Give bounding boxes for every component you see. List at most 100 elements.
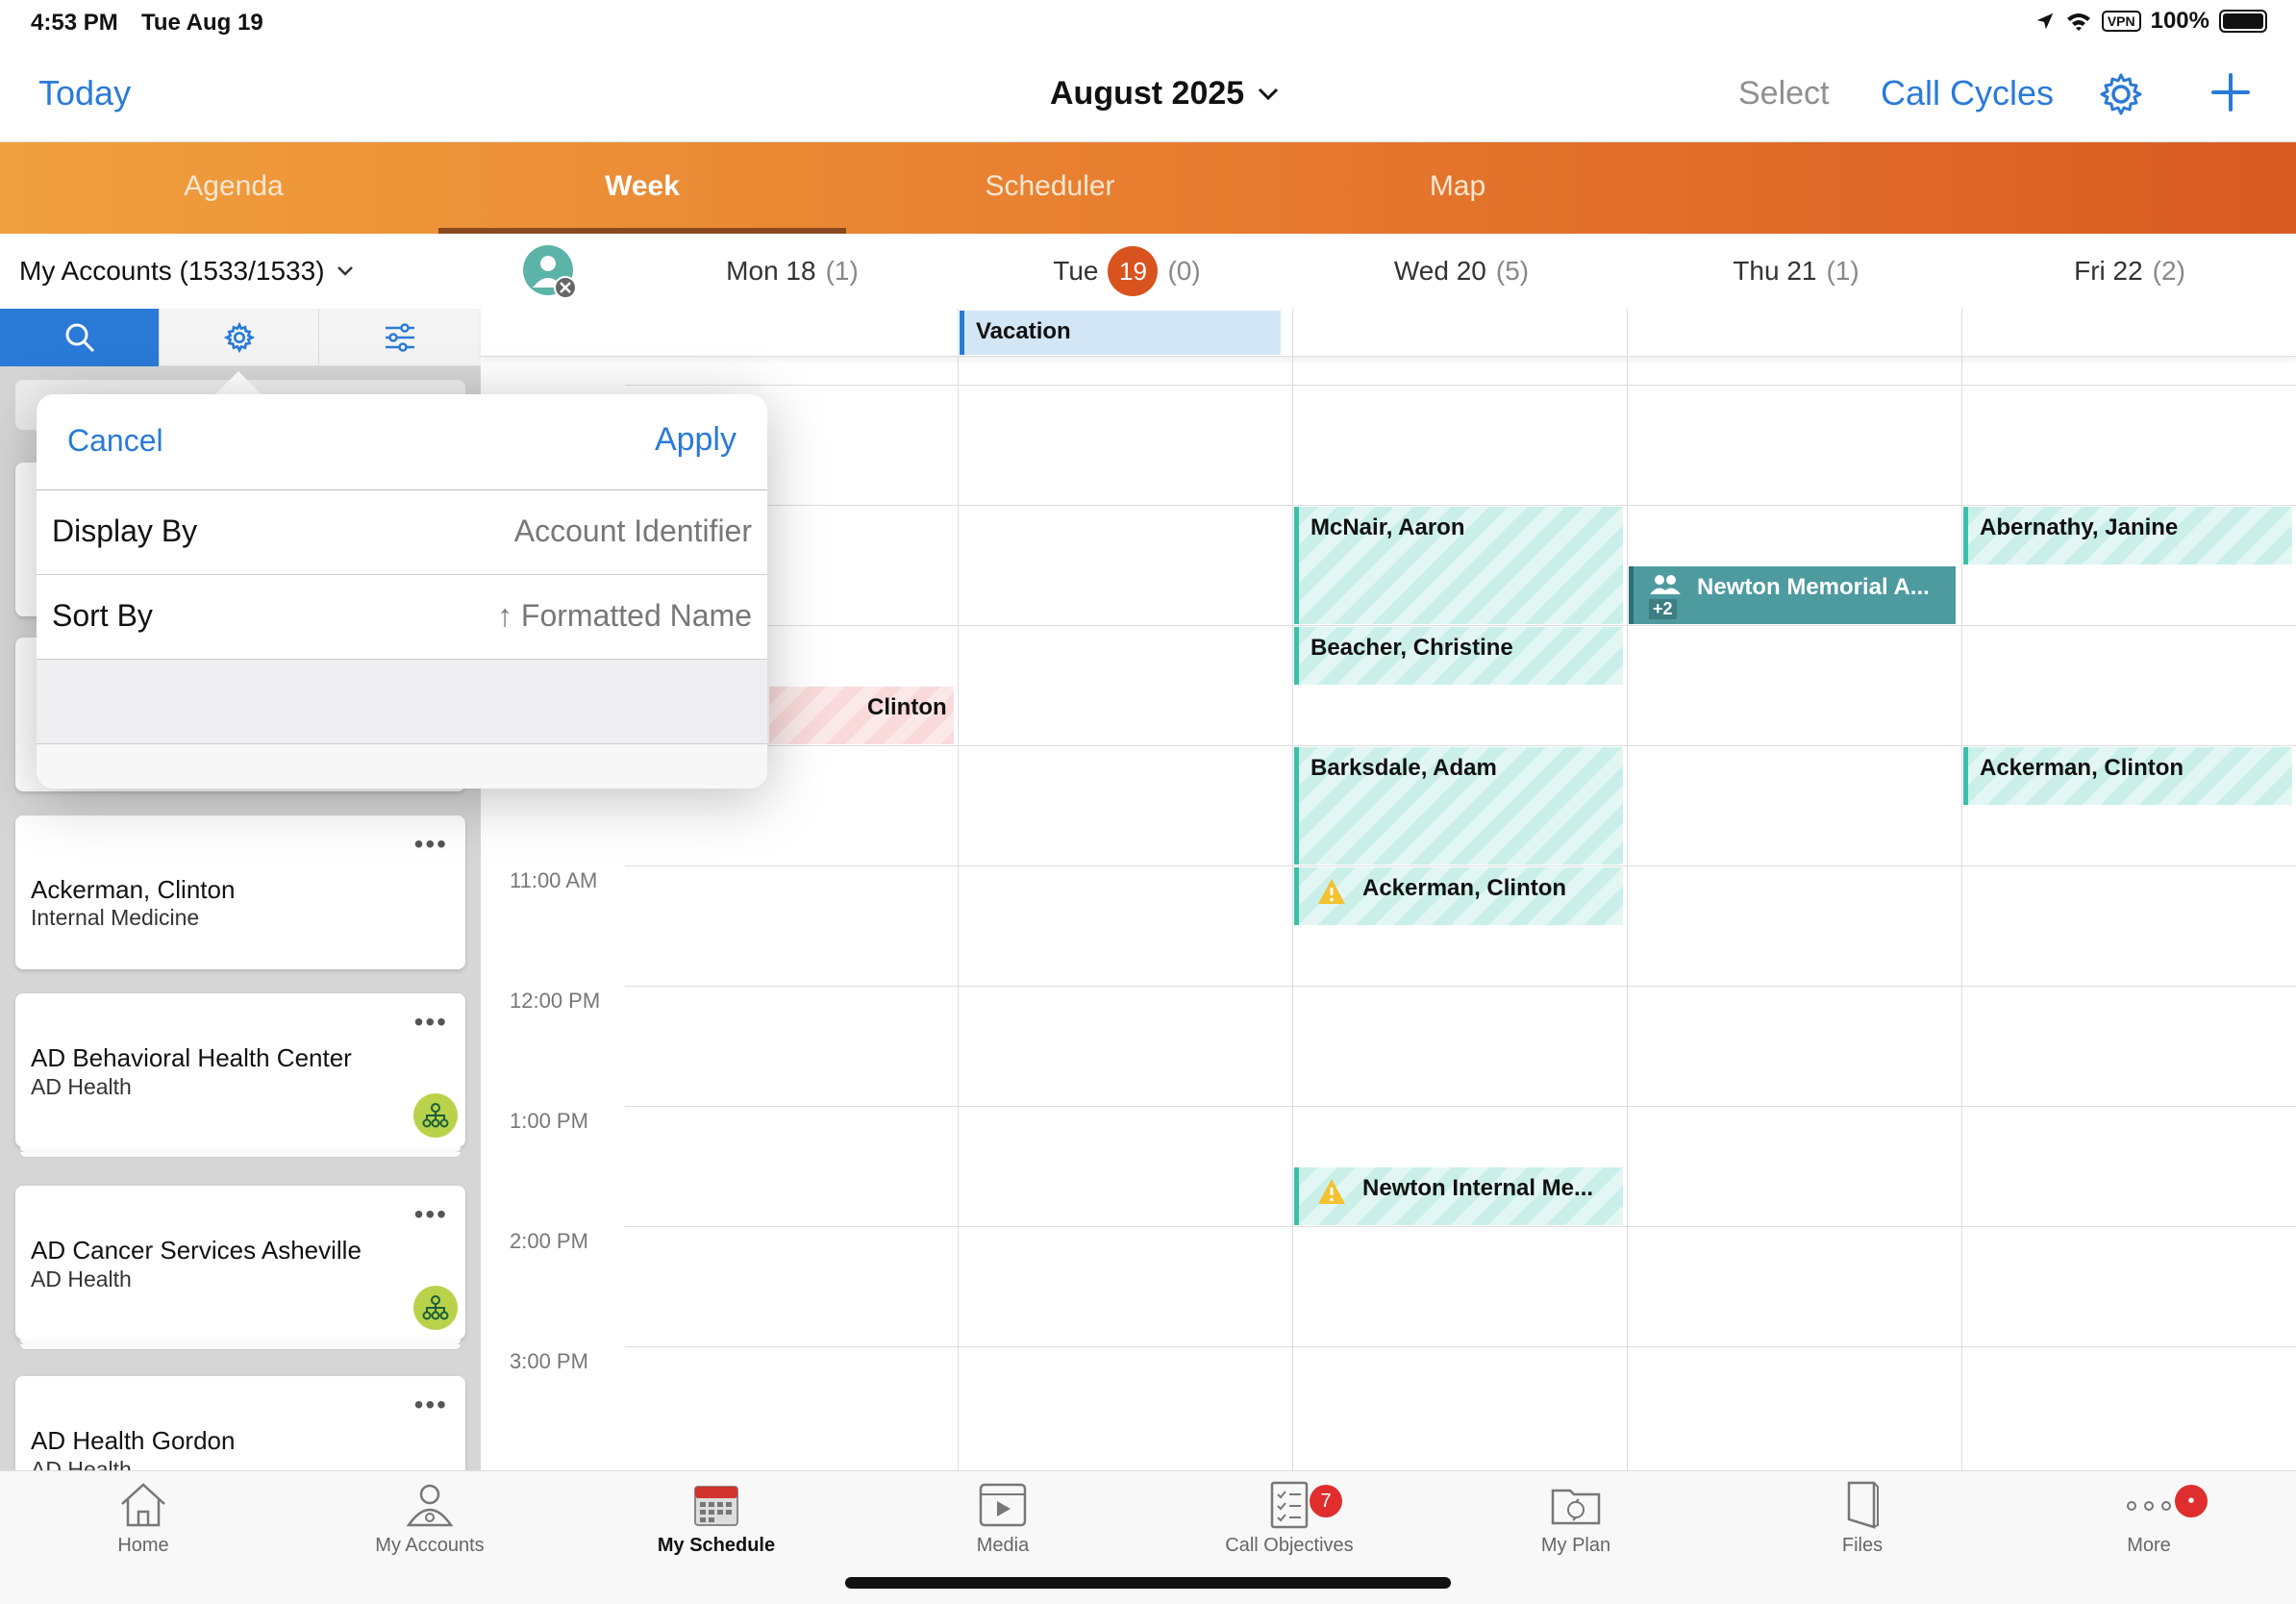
today-badge: 19 [1108,246,1159,296]
sort-by-label: Sort By [52,598,153,633]
more-icon [2127,1501,2171,1511]
display-by-row[interactable]: Display By Account Identifier [37,490,767,575]
event-title: Ackerman, Clinton [1362,875,1567,901]
grid-column-line [958,309,959,1470]
tab-label: Call Objectives [1225,1535,1354,1556]
tab-scheduler[interactable]: Scheduler [846,142,1254,234]
cancel-button[interactable]: Cancel [67,423,163,459]
select-button[interactable]: Select [1738,75,1830,113]
account-subtitle: AD Health [31,1074,132,1099]
tab-label: Home [117,1535,169,1556]
status-time: 4:53 PM [31,10,118,36]
grid-column-line [1292,309,1293,1470]
display-by-label: Display By [52,514,198,548]
status-date: Tue Aug 19 [141,10,263,36]
event-ackerman-warning[interactable]: Ackerman, Clinton [1294,867,1623,925]
tab-label: Media [976,1535,1030,1556]
group-icon [1650,575,1681,594]
media-icon [979,1483,1027,1527]
event-beacher[interactable]: Beacher, Christine [1294,627,1623,685]
tab-label: Files [1841,1535,1884,1556]
chevron-down-icon [337,266,353,276]
home-indicator [845,1577,1451,1589]
account-card[interactable]: ••• Ackerman, Clinton Internal Medicine [15,815,465,969]
call-cycles-button[interactable]: Call Cycles [1881,73,2054,113]
day-label: Fri 22 [2074,256,2143,286]
calendar-icon [694,1486,738,1526]
time-label: 1:00 PM [510,1109,588,1133]
event-abernathy[interactable]: Abernathy, Janine [1963,507,2292,564]
tab-home[interactable]: Home [0,1481,287,1557]
notification-badge: 7 [1310,1485,1342,1517]
grid-column-line [1627,309,1628,1470]
popover-header: Cancel Apply [37,394,767,490]
view-tabs: Agenda Week Scheduler Map [0,142,2296,234]
grid-hour-line [625,385,2296,386]
tab-label: My Schedule [657,1535,776,1556]
event-ackerman-fri[interactable]: Ackerman, Clinton [1963,747,2292,805]
event-newton-warning[interactable]: Newton Internal Me... [1294,1167,1623,1225]
tab-my-accounts[interactable]: My Accounts [287,1481,573,1557]
add-icon[interactable] [2208,69,2254,115]
all-day-event-vacation[interactable]: Vacation [960,311,1281,355]
tab-agenda[interactable]: Agenda [30,142,437,234]
day-header-thu[interactable]: Thu 21 (1) [1629,234,1963,309]
event-barksdale[interactable]: Barksdale, Adam [1294,747,1623,865]
tab-more[interactable]: More • [2006,1481,2292,1557]
account-card[interactable]: ••• AD Cancer Services Asheville AD Heal… [15,1186,465,1340]
account-subtitle: AD Health [31,1266,132,1291]
tab-my-schedule[interactable]: My Schedule [573,1481,860,1557]
tab-week[interactable]: Week [438,142,846,234]
avatar-icon [523,245,577,299]
sort-by-value: ↑ Formatted Name [497,598,752,633]
tab-call-objectives[interactable]: Call Objectives 7 [1146,1481,1433,1557]
today-button[interactable]: Today [38,73,131,113]
account-card[interactable]: ••• AD Health Gordon AD Health [15,1376,465,1472]
status-bar: 4:53 PM Tue Aug 19 VPN 100% [0,0,2296,46]
day-header-wed[interactable]: Wed 20 (5) [1294,234,1629,309]
accounts-filter-header[interactable]: My Accounts (1533/1533) [0,234,481,309]
tab-files[interactable]: Files [1719,1481,2006,1557]
grid-hour-line [625,745,2296,746]
tab-map[interactable]: Map [1254,142,1661,234]
popover-footer [37,744,767,789]
user-filter-avatar[interactable] [523,245,577,299]
day-label: Mon 18 [726,256,816,286]
battery-icon [2219,10,2267,33]
account-subtitle: Internal Medicine [31,905,200,930]
account-name: Ackerman, Clinton [31,875,236,904]
day-header-fri[interactable]: Fri 22 (2) [1963,234,2296,309]
tab-label: My Plan [1540,1535,1611,1556]
settings-segment[interactable] [160,309,319,366]
display-options-popover: Cancel Apply Display By Account Identifi… [37,394,767,789]
apply-button[interactable]: Apply [655,421,736,459]
day-header-mon[interactable]: Mon 18 (1) [625,234,960,309]
event-title: Newton Memorial A... [1697,574,1930,600]
search-segment[interactable] [0,309,160,366]
month-picker[interactable]: August 2025 [1050,75,1279,113]
gear-icon[interactable] [2098,71,2144,117]
more-options-icon[interactable]: ••• [414,829,448,860]
org-hierarchy-icon[interactable] [413,1093,458,1138]
grid-hour-line [625,1226,2296,1227]
more-options-icon[interactable]: ••• [414,1199,448,1230]
event-mcnair[interactable]: McNair, Aaron [1294,507,1623,624]
day-header-tue[interactable]: Tue 19 (0) [960,234,1294,309]
time-label: 12:00 PM [510,989,601,1013]
tab-media[interactable]: Media [860,1481,1146,1557]
sort-by-row[interactable]: Sort By ↑ Formatted Name [37,575,767,660]
more-options-icon[interactable]: ••• [414,1390,448,1420]
account-name: AD Behavioral Health Center [31,1043,352,1072]
day-count: (1) [825,256,859,286]
event-newton-memorial-group[interactable]: +2 Newton Memorial A... [1629,566,1956,624]
tab-label: My Accounts [375,1535,485,1556]
attendee-more-count: +2 [1649,599,1677,619]
filter-segment[interactable] [319,309,481,366]
status-right: VPN 100% [2034,8,2267,35]
event-clinton[interactable]: Clinton [769,687,954,744]
org-hierarchy-icon[interactable] [413,1286,458,1330]
more-options-icon[interactable]: ••• [414,1007,448,1038]
tab-my-plan[interactable]: My Plan [1433,1481,1719,1557]
all-day-row [481,309,2296,357]
account-card[interactable]: ••• AD Behavioral Health Center AD Healt… [15,993,465,1147]
